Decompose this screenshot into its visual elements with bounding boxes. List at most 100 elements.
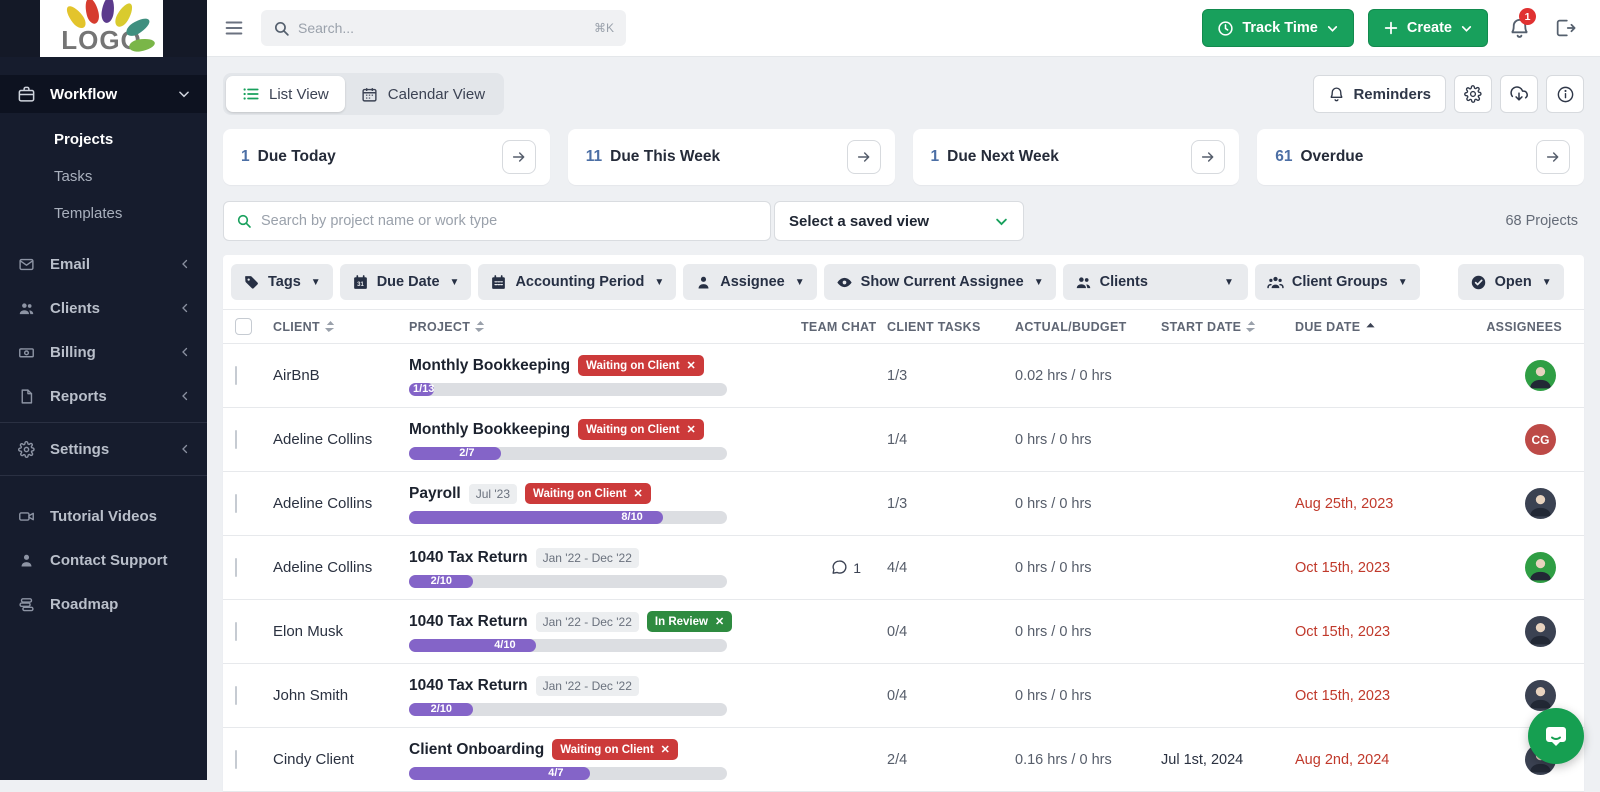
client-name[interactable]: Cindy Client bbox=[273, 751, 409, 768]
client-name[interactable]: Adeline Collins bbox=[273, 495, 409, 512]
sidebar-item-reports[interactable]: Reports bbox=[0, 374, 207, 418]
status-badge[interactable]: In Review✕ bbox=[647, 611, 732, 632]
chevron-down-icon: ▼ bbox=[654, 277, 664, 288]
client-name[interactable]: John Smith bbox=[273, 687, 409, 704]
actual-budget-cell: 0 hrs / 0 hrs bbox=[1015, 432, 1161, 448]
stat-arrow-button[interactable] bbox=[1536, 140, 1570, 174]
chat-bubble-icon[interactable] bbox=[831, 559, 848, 576]
track-time-button[interactable]: Track Time bbox=[1202, 9, 1354, 47]
global-search-input[interactable] bbox=[298, 20, 586, 36]
assignees-cell bbox=[1445, 360, 1578, 391]
row-checkbox[interactable] bbox=[235, 686, 237, 705]
row-checkbox[interactable] bbox=[235, 430, 237, 449]
sidebar-item-workflow[interactable]: Workflow bbox=[0, 75, 207, 113]
filter-chip-open[interactable]: Open▼ bbox=[1458, 264, 1564, 300]
filter-chip-assignee[interactable]: Assignee▼ bbox=[683, 264, 816, 300]
progress-bar: 1/13 bbox=[409, 383, 727, 396]
app-logo[interactable]: LOGO bbox=[40, 0, 163, 57]
client-name[interactable]: Elon Musk bbox=[273, 623, 409, 640]
project-title[interactable]: Client Onboarding bbox=[409, 741, 544, 759]
row-checkbox[interactable] bbox=[235, 366, 237, 385]
sidebar-item-billing[interactable]: Billing bbox=[0, 330, 207, 374]
row-checkbox[interactable] bbox=[235, 622, 237, 641]
logout-icon[interactable] bbox=[1550, 13, 1580, 43]
sidebar-item-projects[interactable]: Projects bbox=[0, 121, 207, 158]
status-badge[interactable]: Waiting on Client✕ bbox=[578, 355, 704, 376]
client-name[interactable]: Adeline Collins bbox=[273, 559, 409, 576]
filter-chip-due-date[interactable]: 31Due Date▼ bbox=[340, 264, 472, 300]
close-icon[interactable]: ✕ bbox=[687, 359, 696, 372]
sidebar-item-tasks[interactable]: Tasks bbox=[0, 158, 207, 195]
close-icon[interactable]: ✕ bbox=[687, 423, 696, 436]
avatar[interactable] bbox=[1525, 552, 1556, 583]
client-name[interactable]: Adeline Collins bbox=[273, 431, 409, 448]
project-search-input[interactable] bbox=[261, 213, 758, 229]
close-icon[interactable]: ✕ bbox=[634, 487, 643, 500]
status-badge[interactable]: Waiting on Client✕ bbox=[525, 483, 651, 504]
column-header-project[interactable]: PROJECT bbox=[409, 320, 801, 334]
reminders-button[interactable]: Reminders bbox=[1313, 75, 1446, 113]
project-search[interactable] bbox=[223, 201, 771, 241]
avatar[interactable] bbox=[1525, 680, 1556, 711]
stat-arrow-button[interactable] bbox=[502, 140, 536, 174]
filter-chip-client-groups[interactable]: Client Groups▼ bbox=[1255, 264, 1420, 300]
chevron-down-icon: ▼ bbox=[450, 277, 460, 288]
stat-label: Overdue bbox=[1301, 148, 1537, 166]
column-header-due-date[interactable]: DUE DATE bbox=[1295, 320, 1445, 334]
chevron-left-icon bbox=[179, 390, 191, 402]
saved-view-dropdown[interactable]: Select a saved view bbox=[774, 201, 1024, 241]
avatar[interactable] bbox=[1525, 360, 1556, 391]
status-badge[interactable]: Waiting on Client✕ bbox=[552, 739, 678, 760]
select-all-checkbox[interactable] bbox=[235, 318, 252, 335]
column-header-client[interactable]: CLIENT bbox=[273, 320, 409, 334]
sidebar-item-templates[interactable]: Templates bbox=[0, 195, 207, 232]
sidebar-item-settings[interactable]: Settings bbox=[0, 427, 207, 471]
sidebar-item-contact-support[interactable]: Contact Support bbox=[0, 538, 207, 582]
sidebar-item-roadmap[interactable]: Roadmap bbox=[0, 582, 207, 626]
sidebar-item-clients[interactable]: Clients bbox=[0, 286, 207, 330]
sidebar-item-tutorial-videos[interactable]: Tutorial Videos bbox=[0, 494, 207, 538]
project-title[interactable]: 1040 Tax Return bbox=[409, 613, 528, 631]
filter-chip-clients[interactable]: Clients▼ bbox=[1063, 264, 1248, 300]
info-button[interactable] bbox=[1546, 75, 1584, 113]
due-date-cell: Oct 15th, 2023 bbox=[1295, 560, 1445, 576]
sidebar: Workflow ProjectsTasksTemplates EmailCli… bbox=[0, 57, 207, 780]
avatar[interactable]: CG bbox=[1525, 424, 1556, 455]
notifications-bell[interactable]: 1 bbox=[1502, 11, 1536, 45]
client-name[interactable]: AirBnB bbox=[273, 367, 409, 384]
project-title[interactable]: 1040 Tax Return bbox=[409, 677, 528, 695]
stat-arrow-button[interactable] bbox=[847, 140, 881, 174]
chevron-down-icon: ▼ bbox=[1224, 277, 1234, 288]
avatar[interactable] bbox=[1525, 616, 1556, 647]
status-badge[interactable]: Waiting on Client✕ bbox=[578, 419, 704, 440]
chat-launcher[interactable] bbox=[1528, 708, 1584, 764]
project-title[interactable]: Monthly Bookkeeping bbox=[409, 357, 570, 375]
project-title[interactable]: Payroll bbox=[409, 485, 461, 503]
export-download-button[interactable] bbox=[1500, 75, 1538, 113]
actual-budget-cell: 0 hrs / 0 hrs bbox=[1015, 560, 1161, 576]
close-icon[interactable]: ✕ bbox=[715, 615, 724, 628]
client-tasks-cell: 2/4 bbox=[887, 752, 1015, 768]
close-icon[interactable]: ✕ bbox=[661, 743, 670, 756]
progress-bar: 2/7 bbox=[409, 447, 727, 460]
sidebar-item-email[interactable]: Email bbox=[0, 242, 207, 286]
project-title[interactable]: 1040 Tax Return bbox=[409, 549, 528, 567]
stat-arrow-button[interactable] bbox=[1191, 140, 1225, 174]
progress-label: 2/10 bbox=[431, 703, 452, 716]
avatar[interactable] bbox=[1525, 488, 1556, 519]
row-checkbox[interactable] bbox=[235, 558, 237, 577]
column-header-start-date[interactable]: START DATE bbox=[1161, 320, 1295, 334]
progress-bar: 2/10 bbox=[409, 575, 727, 588]
row-checkbox[interactable] bbox=[235, 494, 237, 513]
tab-list-view[interactable]: List View bbox=[226, 76, 345, 112]
table-settings-button[interactable] bbox=[1454, 75, 1492, 113]
row-checkbox[interactable] bbox=[235, 750, 237, 769]
project-title[interactable]: Monthly Bookkeeping bbox=[409, 421, 570, 439]
create-button[interactable]: Create bbox=[1368, 9, 1488, 47]
global-search[interactable]: ⌘K bbox=[261, 10, 626, 46]
filter-chip-show-assignee[interactable]: Show Current Assignee▼ bbox=[824, 264, 1056, 300]
filter-chip-tags[interactable]: Tags▼ bbox=[231, 264, 333, 300]
filter-chip-accounting[interactable]: Accounting Period▼ bbox=[478, 264, 676, 300]
tab-calendar-view[interactable]: Calendar View bbox=[345, 76, 501, 112]
menu-icon[interactable] bbox=[221, 15, 247, 41]
